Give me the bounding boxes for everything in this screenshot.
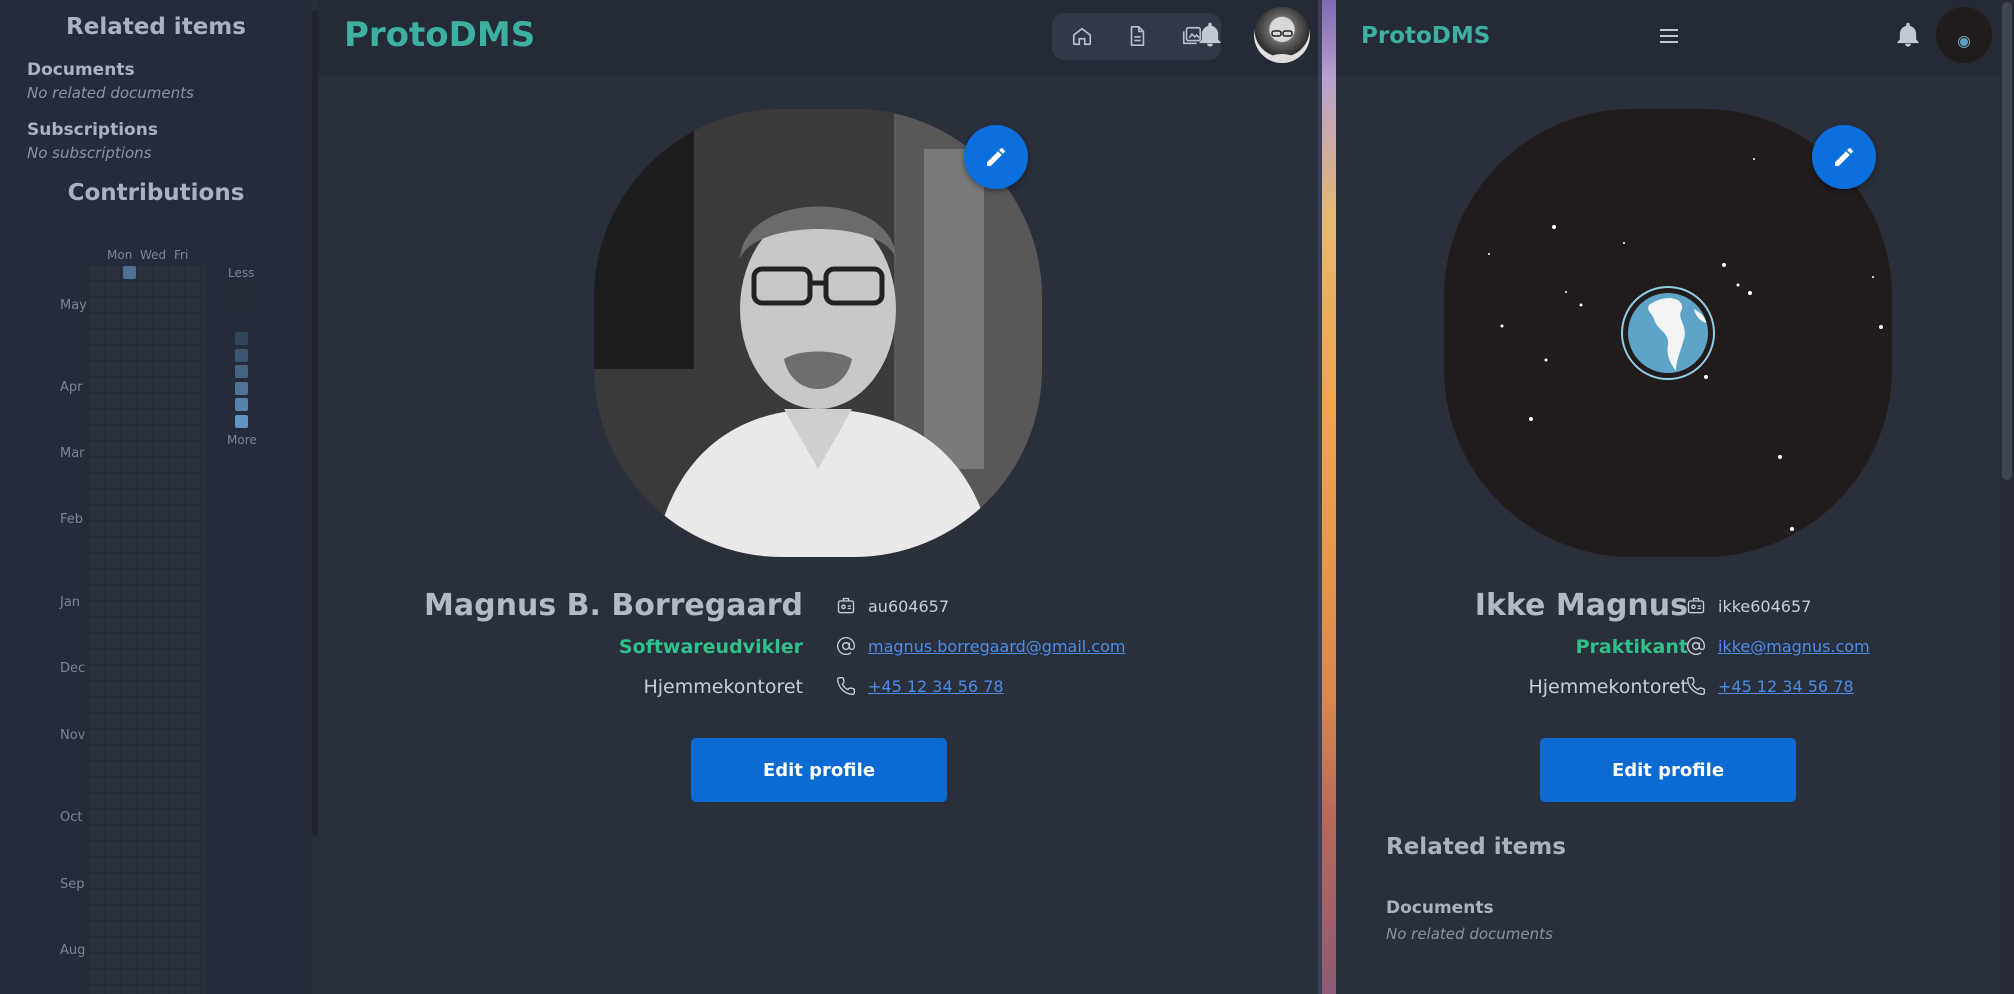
profile-name: Ikke Magnus [1474,588,1688,623]
home-icon[interactable] [1068,22,1096,50]
right-window: ProtoDMS Ikke Magnus Praktikant Hjemmeko… [1336,0,2014,994]
month-label: Aug [60,943,86,958]
edit-profile-button[interactable]: Edit profile [691,738,947,802]
contributions-heatmap: Mon Wed Fri May Apr Mar Feb Jan Dec Nov … [0,240,312,994]
top-navbar-mobile: ProtoDMS [1336,0,2000,76]
left-window: Related items Documents No related docum… [0,0,1318,994]
user-avatar[interactable] [1254,7,1310,63]
legend-cell [235,284,248,297]
user-id-text: ikke604657 [1718,596,1812,616]
day-label: Wed [140,248,167,262]
month-label: Feb [60,512,84,527]
month-label: Dec [60,661,86,676]
phone-link[interactable]: +45 12 34 56 78 [868,677,1004,696]
profile-office: Hjemmekontoret [1528,676,1688,698]
at-sign-icon [1687,637,1705,655]
legend-cell [235,398,248,411]
profile-office: Hjemmekontoret [643,676,803,698]
hamburger-menu-icon[interactable] [1656,24,1682,52]
month-label: Oct [60,810,83,825]
phone-row: +45 12 34 56 78 [836,676,1004,696]
notifications-bell-icon[interactable] [1894,20,1922,54]
user-id-row: ikke604657 [1686,596,1811,616]
legend-cell [235,415,248,428]
phone-link[interactable]: +45 12 34 56 78 [1718,677,1854,696]
document-icon[interactable] [1123,22,1151,50]
edit-photo-button[interactable] [964,125,1028,189]
month-label: Mar [60,446,85,461]
documents-empty-text: No related documents [1386,925,1553,943]
pencil-icon [1835,147,1853,166]
related-items-sidebar: Related items Documents No related docum… [0,0,312,994]
legend-cell [235,300,248,313]
user-id-text: au604657 [868,596,950,616]
profile-role: Praktikant [1575,636,1688,658]
profile-role: Softwareudvikler [618,636,803,658]
legend-cell [235,382,248,395]
documents-heading: Documents [1386,898,1494,918]
user-avatar[interactable] [1936,7,1992,63]
phone-icon [1687,676,1706,695]
user-id-row: au604657 [836,596,949,616]
phone-row: +45 12 34 56 78 [1686,676,1854,696]
documents-empty-text: No related documents [27,84,194,102]
id-badge-icon [837,597,855,614]
profile-name: Magnus B. Borregaard [424,588,803,623]
contribution-cell-active[interactable] [123,266,136,279]
legend-less-label: Less [228,266,255,280]
contribution-grid [90,266,205,994]
related-items-title: Related items [1386,834,1566,860]
subscriptions-empty-text: No subscriptions [27,144,152,162]
at-sign-icon [837,637,855,655]
app-logo[interactable]: ProtoDMS [344,15,535,55]
notifications-bell-icon[interactable] [1196,20,1224,54]
window-divider [1318,0,1336,994]
month-label: Sep [60,877,85,892]
legend-cell [235,332,248,345]
month-label: Apr [60,380,83,395]
id-badge-icon [1687,597,1705,614]
email-row: magnus.borregaard@gmail.com [836,636,1125,656]
top-navbar: ProtoDMS [318,0,1318,76]
month-label: Jan [60,595,81,610]
sidebar-scrollbar[interactable] [312,10,318,836]
email-link[interactable]: ikke@magnus.com [1718,637,1870,656]
day-label: Fri [174,248,189,262]
phone-icon [837,676,856,695]
month-label: Nov [60,728,86,743]
legend-cell [235,365,248,378]
scrollbar-thumb[interactable] [2002,2,2012,480]
page-scrollbar[interactable] [2000,0,2014,994]
edit-profile-button[interactable]: Edit profile [1540,738,1796,802]
edit-photo-button[interactable] [1812,125,1876,189]
legend-cell [235,349,248,362]
sidebar-title: Related items [66,14,246,40]
email-link[interactable]: magnus.borregaard@gmail.com [868,637,1125,656]
documents-heading: Documents [27,60,135,80]
pencil-icon [987,147,1005,166]
month-label: May [60,298,87,313]
legend-more-label: More [227,433,257,447]
day-label: Mon [107,248,133,262]
app-logo[interactable]: ProtoDMS [1361,23,1490,49]
email-row: ikke@magnus.com [1686,636,1870,656]
subscriptions-heading: Subscriptions [27,120,158,140]
contributions-title: Contributions [67,180,245,206]
